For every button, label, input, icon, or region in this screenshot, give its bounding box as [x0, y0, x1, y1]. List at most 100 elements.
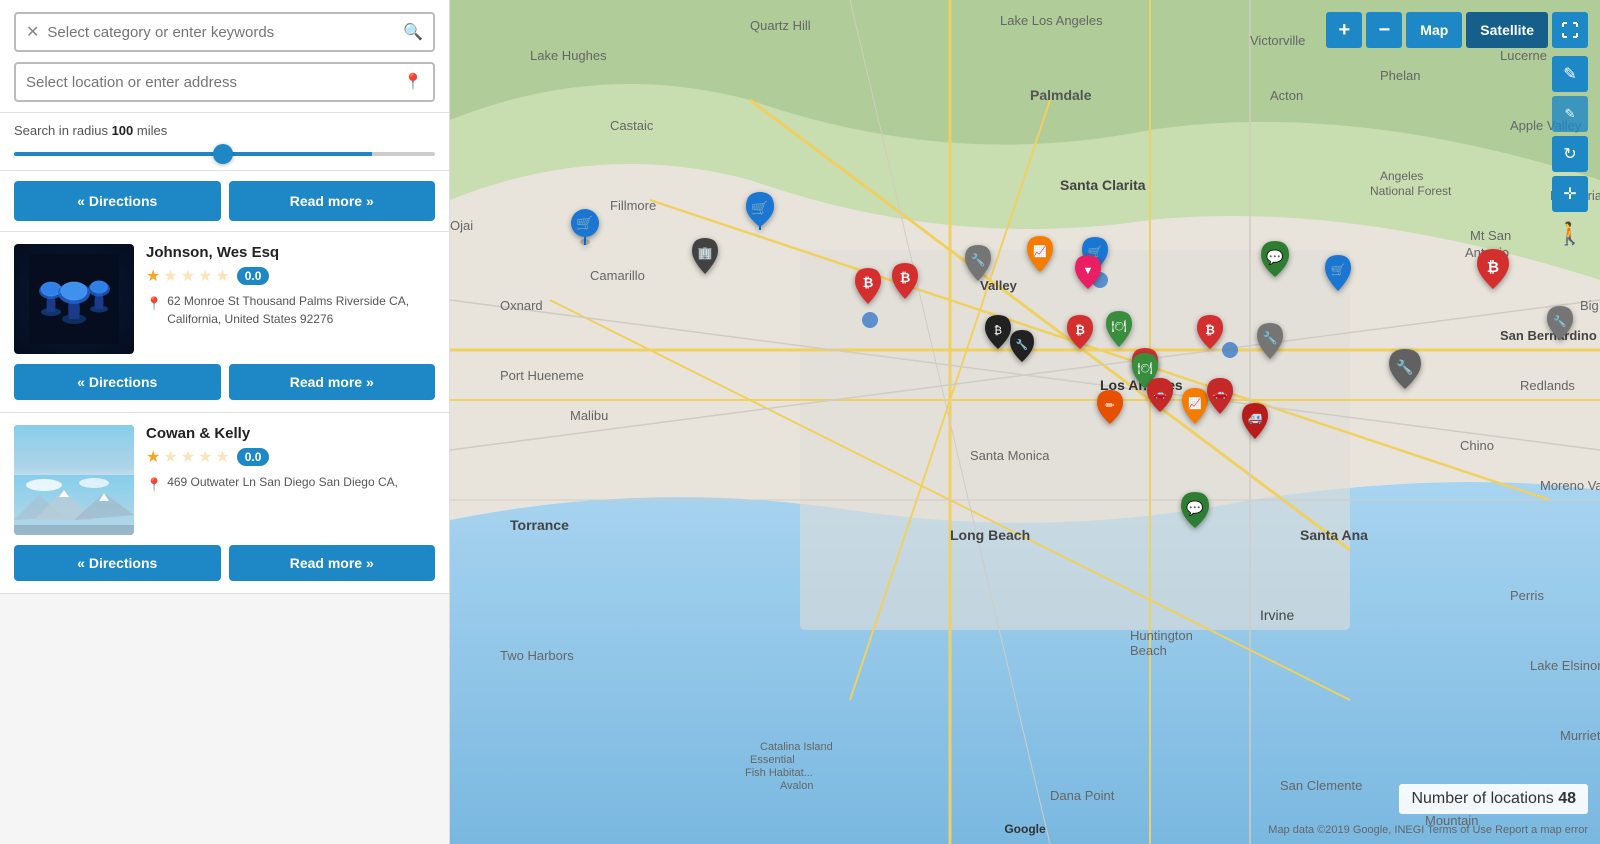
- map-pin-black-2[interactable]: 🔧: [1009, 330, 1035, 368]
- radius-slider[interactable]: [14, 152, 435, 156]
- map-pin-trend-orange[interactable]: 📈: [1025, 236, 1055, 278]
- svg-text:Santa Clarita: Santa Clarita: [1060, 177, 1146, 193]
- star-2: ★: [163, 266, 177, 286]
- map-pin-bitcoin-1[interactable]: ₿: [853, 268, 883, 310]
- map-area[interactable]: Lake Hughes Quartz Hill Lake Los Angeles…: [450, 0, 1600, 844]
- top-read-more-button[interactable]: Read more »: [229, 181, 436, 221]
- edit-icon: ✎: [1563, 64, 1576, 84]
- result-address-2: 📍 469 Outwater Ln San Diego San Diego CA…: [146, 473, 435, 495]
- svg-text:Long Beach: Long Beach: [950, 527, 1030, 543]
- result-content-2: Cowan & Kelly ★ ★ ★ ★ ★ 0.0 📍 469 Outwat…: [14, 425, 435, 535]
- map-pin-black-1[interactable]: ₿: [984, 315, 1012, 355]
- svg-text:₿: ₿: [1205, 323, 1215, 337]
- svg-text:₿: ₿: [1487, 259, 1499, 276]
- map-pin-bitcoin-topright[interactable]: ₿: [1476, 249, 1510, 295]
- svg-text:Catalina Island: Catalina Island: [760, 741, 833, 753]
- svg-text:🛒: 🛒: [1331, 263, 1346, 277]
- svg-text:Acton: Acton: [1270, 88, 1303, 103]
- svg-text:🍽: 🍽: [1137, 361, 1152, 375]
- map-pin-blue-cart-right[interactable]: 🛒: [1323, 255, 1353, 297]
- svg-text:Chino: Chino: [1460, 438, 1494, 453]
- result-buttons-2: « Directions Read more »: [14, 545, 435, 581]
- svg-text:San Clemente: San Clemente: [1280, 778, 1362, 793]
- map-pin-wrench-gray-large[interactable]: 🔧: [1388, 349, 1422, 395]
- map-pin-wrench-3[interactable]: 🔧: [1255, 323, 1285, 365]
- map-pin-dropdown-pink[interactable]: ▼: [1074, 255, 1102, 295]
- svg-text:🏢: 🏢: [698, 246, 713, 260]
- svg-text:Essential: Essential: [750, 754, 795, 766]
- category-search-icon: 🔍: [403, 22, 423, 42]
- svg-text:Moreno Valley: Moreno Valley: [1540, 478, 1600, 493]
- star-1b: ★: [146, 447, 160, 467]
- map-controls-right: ✎ ✎ ↻ ✛ 🚶: [1552, 56, 1588, 252]
- result-image-2: [14, 425, 134, 535]
- result-buttons-1: « Directions Read more »: [14, 364, 435, 400]
- map-pin-car-red-2[interactable]: 🚗: [1205, 378, 1235, 420]
- star-5: ★: [215, 266, 229, 286]
- location-search-input[interactable]: [26, 74, 403, 91]
- svg-text:🔧: 🔧: [1553, 314, 1567, 328]
- svg-text:₿: ₿: [1075, 323, 1085, 337]
- locations-count: Number of locations 48: [1399, 784, 1588, 814]
- directions-button-2[interactable]: « Directions: [14, 545, 221, 581]
- read-more-button-2[interactable]: Read more »: [229, 545, 436, 581]
- person-button[interactable]: 🚶: [1552, 216, 1588, 252]
- map-footer-text: Map data ©2019 Google, INEGI Terms of Us…: [1268, 824, 1588, 836]
- map-pin-chat-green-1[interactable]: 💬: [1259, 241, 1291, 285]
- mountain-image: [14, 425, 134, 535]
- results-list: Johnson, Wes Esq ★ ★ ★ ★ ★ 0.0 📍 62 Monr…: [0, 232, 449, 844]
- star-3b: ★: [181, 447, 195, 467]
- map-pin-truck-red[interactable]: 🚑: [1240, 403, 1270, 445]
- move-icon: ✛: [1563, 184, 1576, 204]
- map-pin-wrench-1[interactable]: 🔧: [963, 245, 993, 287]
- fullscreen-button[interactable]: [1552, 12, 1588, 48]
- map-pin-building[interactable]: 🏢: [690, 238, 720, 280]
- map-pin-bitcoin-3[interactable]: ₿: [1066, 315, 1094, 355]
- zoom-in-button[interactable]: +: [1326, 12, 1362, 48]
- svg-text:🔧: 🔧: [1016, 338, 1028, 351]
- satellite-view-button[interactable]: Satellite: [1466, 12, 1548, 48]
- read-more-button-1[interactable]: Read more »: [229, 364, 436, 400]
- svg-text:Ojai: Ojai: [450, 218, 473, 233]
- map-pin-car-red-1[interactable]: 🚗: [1146, 378, 1174, 418]
- svg-text:Palmdale: Palmdale: [1030, 87, 1092, 103]
- svg-text:Phelan: Phelan: [1380, 68, 1420, 83]
- clear-category-button[interactable]: ✕: [26, 22, 39, 42]
- svg-text:Camarillo: Camarillo: [590, 268, 645, 283]
- map-view-button[interactable]: Map: [1406, 12, 1462, 48]
- top-action-row: « Directions Read more »: [0, 171, 449, 232]
- star-4b: ★: [198, 447, 212, 467]
- svg-text:Big: Big: [1580, 298, 1599, 313]
- star-4: ★: [198, 266, 212, 286]
- edit-icon-2: ✎: [1565, 106, 1576, 122]
- top-directions-button[interactable]: « Directions: [14, 181, 221, 221]
- svg-text:Santa Ana: Santa Ana: [1300, 527, 1368, 543]
- map-pin-bitcoin-5[interactable]: ₿: [1196, 315, 1224, 355]
- svg-text:Torrance: Torrance: [510, 517, 569, 533]
- directions-button-1[interactable]: « Directions: [14, 364, 221, 400]
- map-pin-blue-cart-2[interactable]: 🛒: [744, 192, 776, 238]
- result-name-1: Johnson, Wes Esq: [146, 244, 435, 261]
- map-pin-food-green[interactable]: 🍽: [1104, 311, 1134, 353]
- locations-count-value: 48: [1558, 790, 1576, 807]
- edit-map-button-2[interactable]: ✎: [1552, 96, 1588, 132]
- map-pin-bitcoin-2[interactable]: ₿: [890, 263, 920, 305]
- edit-map-button[interactable]: ✎: [1552, 56, 1588, 92]
- map-pin-edit-orange[interactable]: ✏: [1096, 390, 1124, 430]
- refresh-button[interactable]: ↻: [1552, 136, 1588, 172]
- zoom-out-button[interactable]: −: [1366, 12, 1402, 48]
- svg-text:🔧: 🔧: [1263, 330, 1278, 345]
- map-pin-chat-green-2[interactable]: 💬: [1179, 492, 1211, 536]
- svg-text:💬: 💬: [1266, 249, 1284, 266]
- svg-text:🚗: 🚗: [1153, 388, 1167, 400]
- svg-text:Two Harbors: Two Harbors: [500, 648, 574, 663]
- svg-text:Lake Hughes: Lake Hughes: [530, 48, 607, 63]
- move-button[interactable]: ✛: [1552, 176, 1588, 212]
- map-pin-blue-cart-1[interactable]: 🛒: [569, 207, 601, 253]
- svg-text:Fillmore: Fillmore: [610, 198, 656, 213]
- category-search-box: ✕ 🔍: [14, 12, 435, 52]
- svg-text:Santa Monica: Santa Monica: [970, 448, 1050, 463]
- category-search-input[interactable]: [47, 24, 403, 41]
- star-5b: ★: [215, 447, 229, 467]
- radius-slider-container: [14, 144, 435, 164]
